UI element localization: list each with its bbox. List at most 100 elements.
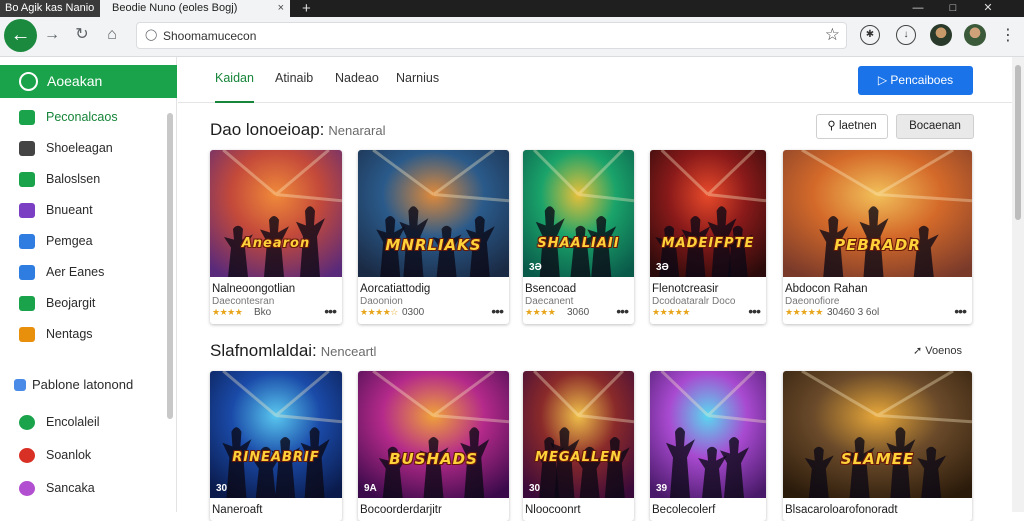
tab-nadeao[interactable]: Nadeao: [335, 71, 379, 103]
game-cover-image[interactable]: [358, 150, 509, 277]
browser-tab[interactable]: Beodie Nuno (eoles Bogj) ×: [100, 0, 290, 17]
tab-kaidan[interactable]: Kaidan: [215, 71, 254, 103]
home-icon[interactable]: ⌂: [102, 25, 122, 45]
sidebar-item-5[interactable]: Pemgea: [0, 227, 165, 255]
sidebar: Aoeakan Peconalcaos Shoeleagan Baloslsen Bn…: [0, 57, 177, 512]
sidebar-item-2[interactable]: Shoeleagan: [0, 134, 165, 162]
sidebar-link-label: Encolaleil: [46, 415, 100, 429]
section-subtitle: Nenararal: [328, 123, 386, 138]
sidebar-section-header[interactable]: Pablone latonond: [0, 371, 177, 399]
game-card[interactable]: PEBRADR Abdocon Rahan Daeonofiore ★★★★★ 3046…: [783, 150, 972, 324]
game-card[interactable]: MADEIFPTE 3Ə Flenotcreasir Dcodoataralr Doc…: [650, 150, 766, 324]
back-arrow-icon[interactable]: ←: [4, 19, 37, 52]
minimize-button[interactable]: —: [908, 0, 928, 17]
sidebar-item-label: Beojargit: [46, 296, 96, 310]
game-cover-image[interactable]: [783, 150, 972, 277]
game-cover-image[interactable]: [358, 371, 509, 498]
close-window-button[interactable]: ✕: [978, 0, 998, 17]
main-content: Kaidan Atinaib Nadeao Narnius ▷ Pencaibo…: [178, 57, 1012, 521]
phone-icon: [19, 265, 35, 280]
game-logo-text: RINEABRIF: [232, 449, 320, 465]
game-title[interactable]: Becolecolerf: [652, 504, 715, 516]
see-more-link[interactable]: ➚ Voenos: [913, 344, 962, 357]
game-card[interactable]: SHAALIAII 3Ə Bsencoad Daecanent ★★★★ 3060 •••: [523, 150, 634, 324]
primary-action-button[interactable]: ▷ Pencaiboes: [858, 66, 973, 95]
tab-narnius[interactable]: Narnius: [396, 71, 439, 103]
filter-button[interactable]: Bocaenan: [896, 114, 974, 139]
title-bar: Bo Agik kas Nanio Beodie Nuno (eoles Bog…: [0, 0, 1024, 17]
game-cover-image[interactable]: [523, 150, 634, 277]
game-card[interactable]: MEGALLEN 30 Nloocoonrt: [523, 371, 634, 521]
game-cover-image[interactable]: [210, 150, 342, 277]
game-logo-text: PEBRADR: [834, 236, 921, 255]
more-options-icon[interactable]: •••: [491, 303, 504, 319]
game-title[interactable]: Blsacaroloarofonoradt: [785, 504, 898, 516]
game-title[interactable]: Bocoorderdarjitr: [360, 504, 442, 516]
game-title[interactable]: Nloocoonrt: [525, 504, 581, 516]
age-badge: 30: [216, 483, 228, 494]
game-card[interactable]: Anearon Nalneoongotlian Daecontesran ★★★★ Bk…: [210, 150, 342, 324]
app-name: Bo Agik kas Nanio: [0, 0, 100, 17]
page-scrollbar[interactable]: [1012, 57, 1024, 512]
address-bar[interactable]: ◯ Shoomamucecon ☆: [136, 22, 847, 49]
url-text[interactable]: Shoomamucecon: [163, 23, 256, 49]
tab-atinaib[interactable]: Atinaib: [275, 71, 313, 103]
game-cover-image[interactable]: [210, 371, 342, 498]
maximize-button[interactable]: □: [943, 0, 963, 17]
game-card[interactable]: 39 Becolecolerf: [650, 371, 766, 521]
sidebar-link-2[interactable]: Soanlok: [0, 441, 165, 469]
star-icon[interactable]: ☆: [825, 25, 840, 45]
game-title[interactable]: Abdocon Rahan: [785, 283, 867, 295]
profile-avatar[interactable]: [930, 24, 952, 46]
game-card[interactable]: MNRLIAKS Aorcatiattodig Daoonion ★★★★☆ 0300 •…: [358, 150, 509, 324]
forward-arrow-icon[interactable]: →: [42, 25, 62, 45]
search-button[interactable]: ⚲ laetnen: [816, 114, 888, 139]
game-title[interactable]: Bsencoad: [525, 283, 576, 295]
more-options-icon[interactable]: •••: [954, 303, 967, 319]
tab-title: Beodie Nuno (eoles Bogj): [112, 2, 238, 14]
tab-close-icon[interactable]: ×: [278, 0, 284, 17]
sidebar-item-3[interactable]: Baloslsen: [0, 165, 165, 193]
account-avatar[interactable]: [964, 24, 986, 46]
sidebar-link-1[interactable]: Encolaleil: [0, 408, 165, 436]
sidebar-link-3[interactable]: Sancaka: [0, 474, 165, 502]
sidebar-brand[interactable]: Aoeakan: [0, 65, 177, 98]
sidebar-item-6[interactable]: Aer Eanes: [0, 258, 165, 286]
rating-count: Bko: [254, 307, 272, 318]
sidebar-link-label: Sancaka: [46, 481, 95, 495]
game-cover-image[interactable]: [523, 371, 634, 498]
game-cover-image[interactable]: [783, 371, 972, 498]
game-cover-image[interactable]: [650, 150, 766, 277]
game-title[interactable]: Naneroaft: [212, 504, 263, 516]
sidebar-item-7[interactable]: Beojargit: [0, 289, 165, 317]
page-info-icon[interactable]: ◯: [145, 28, 157, 41]
sidebar-item-4[interactable]: Bnueant: [0, 196, 165, 224]
game-title[interactable]: Aorcatiattodig: [360, 283, 430, 295]
controller-icon: [19, 141, 35, 156]
star-rating-icon: ★★★★★: [785, 307, 823, 317]
page-scrollbar-thumb[interactable]: [1015, 65, 1021, 220]
more-options-icon[interactable]: •••: [748, 303, 761, 319]
star-rating-icon: ★★★★★: [652, 307, 690, 317]
game-logo-text: SLAMEE: [840, 449, 915, 468]
brand-icon: [19, 72, 38, 91]
sidebar-scrollbar[interactable]: [167, 113, 173, 419]
extension-icon[interactable]: ✱: [860, 25, 880, 45]
menu-icon[interactable]: ⋮: [1000, 25, 1016, 45]
more-options-icon[interactable]: •••: [616, 303, 629, 319]
game-card[interactable]: RINEABRIF 30 Naneroaft: [210, 371, 342, 521]
download-icon[interactable]: ↓: [896, 25, 916, 45]
sidebar-item-label: Baloslsen: [46, 172, 101, 186]
game-card[interactable]: BUSHADS 9A Bocoorderdarjitr: [358, 371, 509, 521]
sidebar-item-1[interactable]: Peconalcaos: [0, 103, 165, 131]
new-tab-button[interactable]: +: [302, 0, 311, 17]
section-label: Pablone latonond: [32, 377, 134, 392]
sidebar-item-8[interactable]: Nentags: [0, 320, 165, 348]
game-card[interactable]: SLAMEE Blsacaroloarofonoradt: [783, 371, 972, 521]
reload-icon[interactable]: ↻: [72, 25, 92, 45]
game-title[interactable]: Flenotcreasir: [652, 283, 718, 295]
grid-icon: [19, 110, 35, 125]
game-cover-image[interactable]: [650, 371, 766, 498]
more-options-icon[interactable]: •••: [324, 303, 337, 319]
game-title[interactable]: Nalneoongotlian: [212, 283, 295, 295]
